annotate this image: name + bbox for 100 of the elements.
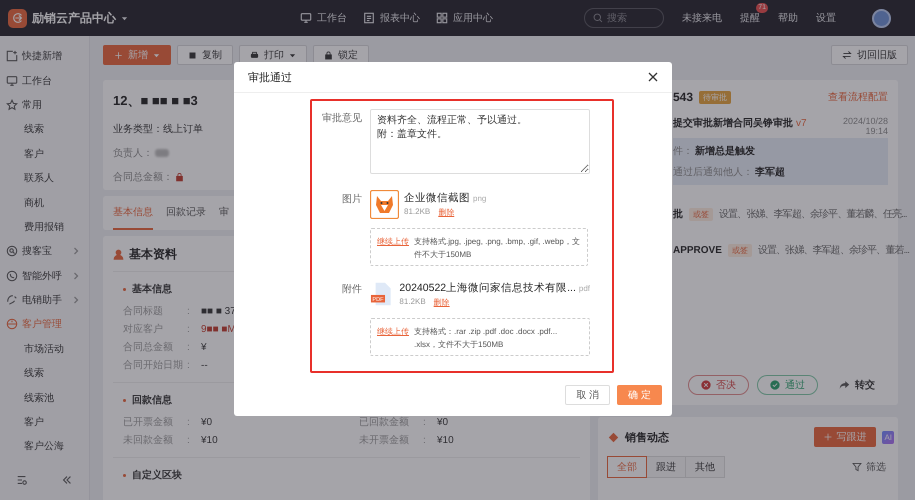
- field-separator: :: [187, 416, 191, 428]
- field-separator: :: [187, 360, 191, 370]
- sidebar-item[interactable]: 智能外呼: [22, 268, 62, 283]
- file-extension: png: [473, 194, 486, 202]
- field-label: 未回款金额: [123, 434, 174, 447]
- field-value: ¥: [201, 342, 207, 352]
- printer-icon: [250, 50, 259, 60]
- continue-upload-link[interactable]: 继续上传: [377, 325, 409, 338]
- bullet-icon: [123, 288, 126, 290]
- filter-link[interactable]: 筛选: [866, 460, 886, 474]
- file-name: 企业微信截图: [404, 192, 470, 204]
- swap-icon: [842, 50, 852, 60]
- bullet-icon: [123, 474, 126, 476]
- header-link[interactable]: 提醒: [740, 13, 760, 24]
- phone-icon: [6, 270, 18, 282]
- sidebar-subitem[interactable]: 线索: [24, 366, 44, 380]
- tab[interactable]: 回款记录: [166, 196, 206, 230]
- monitor-icon: [6, 74, 18, 87]
- sidebar-item[interactable]: 电销助手: [22, 293, 62, 308]
- field-label: 审批意见: [321, 113, 362, 125]
- condition-label: 通过后通知他人：: [673, 166, 753, 179]
- upload-hint: 支持格式：.rar .zip .pdf .doc .docx .pdf... .xlsx，文件不大于150MB: [414, 326, 558, 351]
- approval-action-button[interactable]: 否决: [688, 375, 749, 395]
- sidebar-subitem[interactable]: 费用报销: [24, 220, 64, 234]
- close-icon: [648, 72, 658, 82]
- field-value: --: [201, 360, 208, 370]
- upload-dropzone[interactable]: 继续上传 支持格式.jpg, .jpeg, .png, .bmp, .gif, .webp，文件不大于150MB: [370, 228, 588, 266]
- switch-version-button[interactable]: 切回旧版: [831, 45, 908, 65]
- diamond-icon: [608, 432, 619, 442]
- sidebar-subitem[interactable]: 客户: [24, 415, 44, 430]
- settings-list-icon: [16, 474, 28, 486]
- node-name: 批: [673, 208, 683, 221]
- version-label: v7: [796, 118, 807, 129]
- search-circle-icon: [6, 245, 18, 258]
- share-arrow-icon: [839, 380, 850, 390]
- field-label: 合同标题: [123, 304, 164, 318]
- continue-upload-link[interactable]: 继续上传: [377, 235, 409, 248]
- field-separator: :: [187, 434, 191, 446]
- monitor-icon: [300, 12, 312, 24]
- tab[interactable]: 审: [219, 196, 229, 230]
- toolbar-button[interactable]: 复制: [177, 45, 233, 65]
- sign-mode-badge: 或签: [728, 244, 752, 256]
- condition-label: 件：: [673, 145, 693, 158]
- sidebar-item[interactable]: 工作台: [22, 74, 52, 88]
- header-link[interactable]: 帮助: [778, 13, 798, 24]
- sidebar-subitem[interactable]: 市场活动: [24, 342, 64, 356]
- dialog-button[interactable]: 取 消: [565, 385, 610, 405]
- report-icon: [363, 12, 375, 24]
- upload-dropzone[interactable]: 继续上传 支持格式：.rar .zip .pdf .doc .docx .pdf... .xlsx，文件不大于150MB: [370, 318, 590, 356]
- group-title: 自定义区块: [132, 468, 182, 482]
- delete-link[interactable]: 删除: [438, 206, 454, 218]
- field-label: 已回款金额: [359, 416, 410, 429]
- search-icon: [593, 13, 603, 23]
- field-label: 合同开始日期: [123, 358, 184, 372]
- field-label: 对应客户: [123, 322, 164, 336]
- step-date: 2024/10/28: [842, 116, 888, 126]
- approval-number: 543: [673, 90, 694, 104]
- field-label: 附件: [341, 284, 362, 296]
- bullet-icon: [123, 398, 126, 402]
- status-badge: 待审批: [699, 90, 732, 104]
- fox-thumbnail: [370, 190, 399, 218]
- file-size: 81.2KB: [404, 206, 430, 218]
- amount-label: 合同总金额：: [113, 170, 173, 184]
- sidebar-subitem[interactable]: 商机: [24, 196, 44, 210]
- avatar[interactable]: [872, 8, 891, 28]
- field-separator: :: [187, 342, 191, 352]
- condition-value: 李军超: [755, 166, 785, 179]
- header-link[interactable]: 设置: [816, 13, 836, 24]
- business-type: 业务类型：线上订单: [113, 122, 203, 136]
- header-link[interactable]: 未接来电: [682, 13, 722, 24]
- sidebar-subitem[interactable]: 客户: [24, 146, 44, 161]
- node-name: APPROVE: [673, 244, 722, 256]
- sidebar-item[interactable]: 搜客宝: [22, 244, 52, 258]
- field-value: ¥10: [437, 434, 454, 446]
- delete-link[interactable]: 删除: [434, 296, 450, 308]
- sidebar-subitem[interactable]: 联系人: [24, 171, 54, 186]
- nav-link[interactable]: 报表中心: [380, 11, 420, 25]
- sidebar-subitem[interactable]: 线索池: [24, 390, 54, 405]
- sidebar-item[interactable]: 常用: [22, 98, 42, 112]
- nav-link[interactable]: 工作台: [317, 11, 347, 25]
- record-title: 12、■ ■■ ■ ■3: [113, 92, 198, 110]
- collapse-icon: [60, 474, 73, 486]
- filter-tab[interactable]: 跟进: [646, 456, 686, 478]
- redaction-mark: [155, 149, 169, 157]
- step-time: 19:14: [865, 126, 888, 136]
- plus-icon: [824, 433, 832, 441]
- product-name[interactable]: 励销云产品中心: [32, 10, 116, 26]
- upload-hint: 支持格式.jpg, .jpeg, .png, .bmp, .gif, .webp，文件不大于150MB: [414, 236, 581, 261]
- sidebar-item[interactable]: 快捷新增: [22, 49, 62, 64]
- card-title: 销售动态: [625, 430, 669, 444]
- filter-tab[interactable]: 其他: [685, 456, 725, 478]
- comment-field[interactable]: 资料齐全、流程正常、予以通过。 附：盖章文件。: [370, 109, 590, 174]
- nav-link[interactable]: 应用中心: [453, 11, 493, 25]
- lock-icon: [324, 50, 333, 60]
- caret-icon: [121, 14, 128, 22]
- sidebar-subitem[interactable]: 客户公海: [24, 439, 64, 454]
- field-separator: :: [187, 306, 191, 316]
- grid-icon: [436, 12, 448, 24]
- sidebar-subitem[interactable]: 线索: [24, 122, 44, 136]
- add-box-icon: [6, 50, 18, 62]
